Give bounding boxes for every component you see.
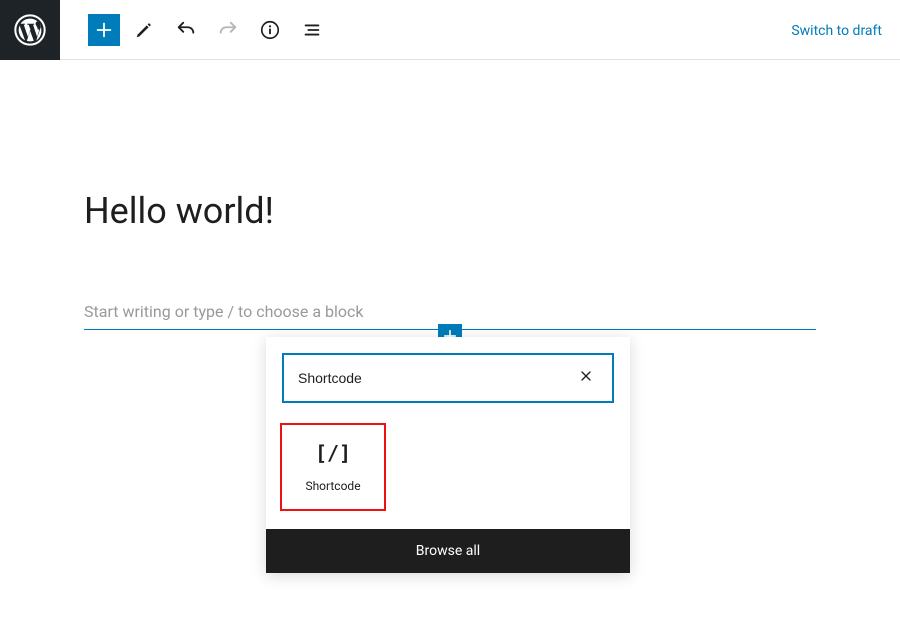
wordpress-logo[interactable] (0, 0, 60, 60)
undo-icon (175, 19, 197, 41)
block-inserter-popover: [/] Shortcode Browse all (266, 337, 630, 573)
list-icon (301, 19, 323, 41)
plus-icon (93, 19, 115, 41)
empty-block-row: Start writing or type / to choose a bloc… (84, 302, 816, 330)
redo-icon (217, 19, 239, 41)
undo-button[interactable] (168, 12, 204, 48)
inserter-search-input[interactable] (298, 370, 574, 386)
shortcode-icon: [/] (315, 441, 351, 465)
edit-tool-button[interactable] (126, 12, 162, 48)
editor-canvas: Hello world! Start writing or type / to … (0, 190, 900, 330)
editor-top-bar: Switch to draft (0, 0, 900, 60)
post-title[interactable]: Hello world! (84, 190, 816, 232)
wordpress-icon (14, 14, 46, 46)
inserter-results: [/] Shortcode (266, 419, 630, 529)
close-icon (578, 368, 594, 384)
block-tile-label: Shortcode (305, 479, 360, 493)
outline-button[interactable] (294, 12, 330, 48)
details-button[interactable] (252, 12, 288, 48)
inserter-search-box (282, 353, 614, 403)
add-block-button[interactable] (88, 14, 120, 46)
browse-all-button[interactable]: Browse all (266, 529, 630, 573)
redo-button (210, 12, 246, 48)
inserter-search-row (266, 337, 630, 419)
pencil-icon (133, 19, 155, 41)
info-icon (259, 19, 281, 41)
editor-toolbar (60, 12, 330, 48)
switch-to-draft-link[interactable]: Switch to draft (791, 23, 882, 39)
top-bar-right: Switch to draft (791, 20, 900, 39)
block-tile-shortcode[interactable]: [/] Shortcode (280, 423, 386, 511)
clear-search-button[interactable] (574, 364, 598, 392)
